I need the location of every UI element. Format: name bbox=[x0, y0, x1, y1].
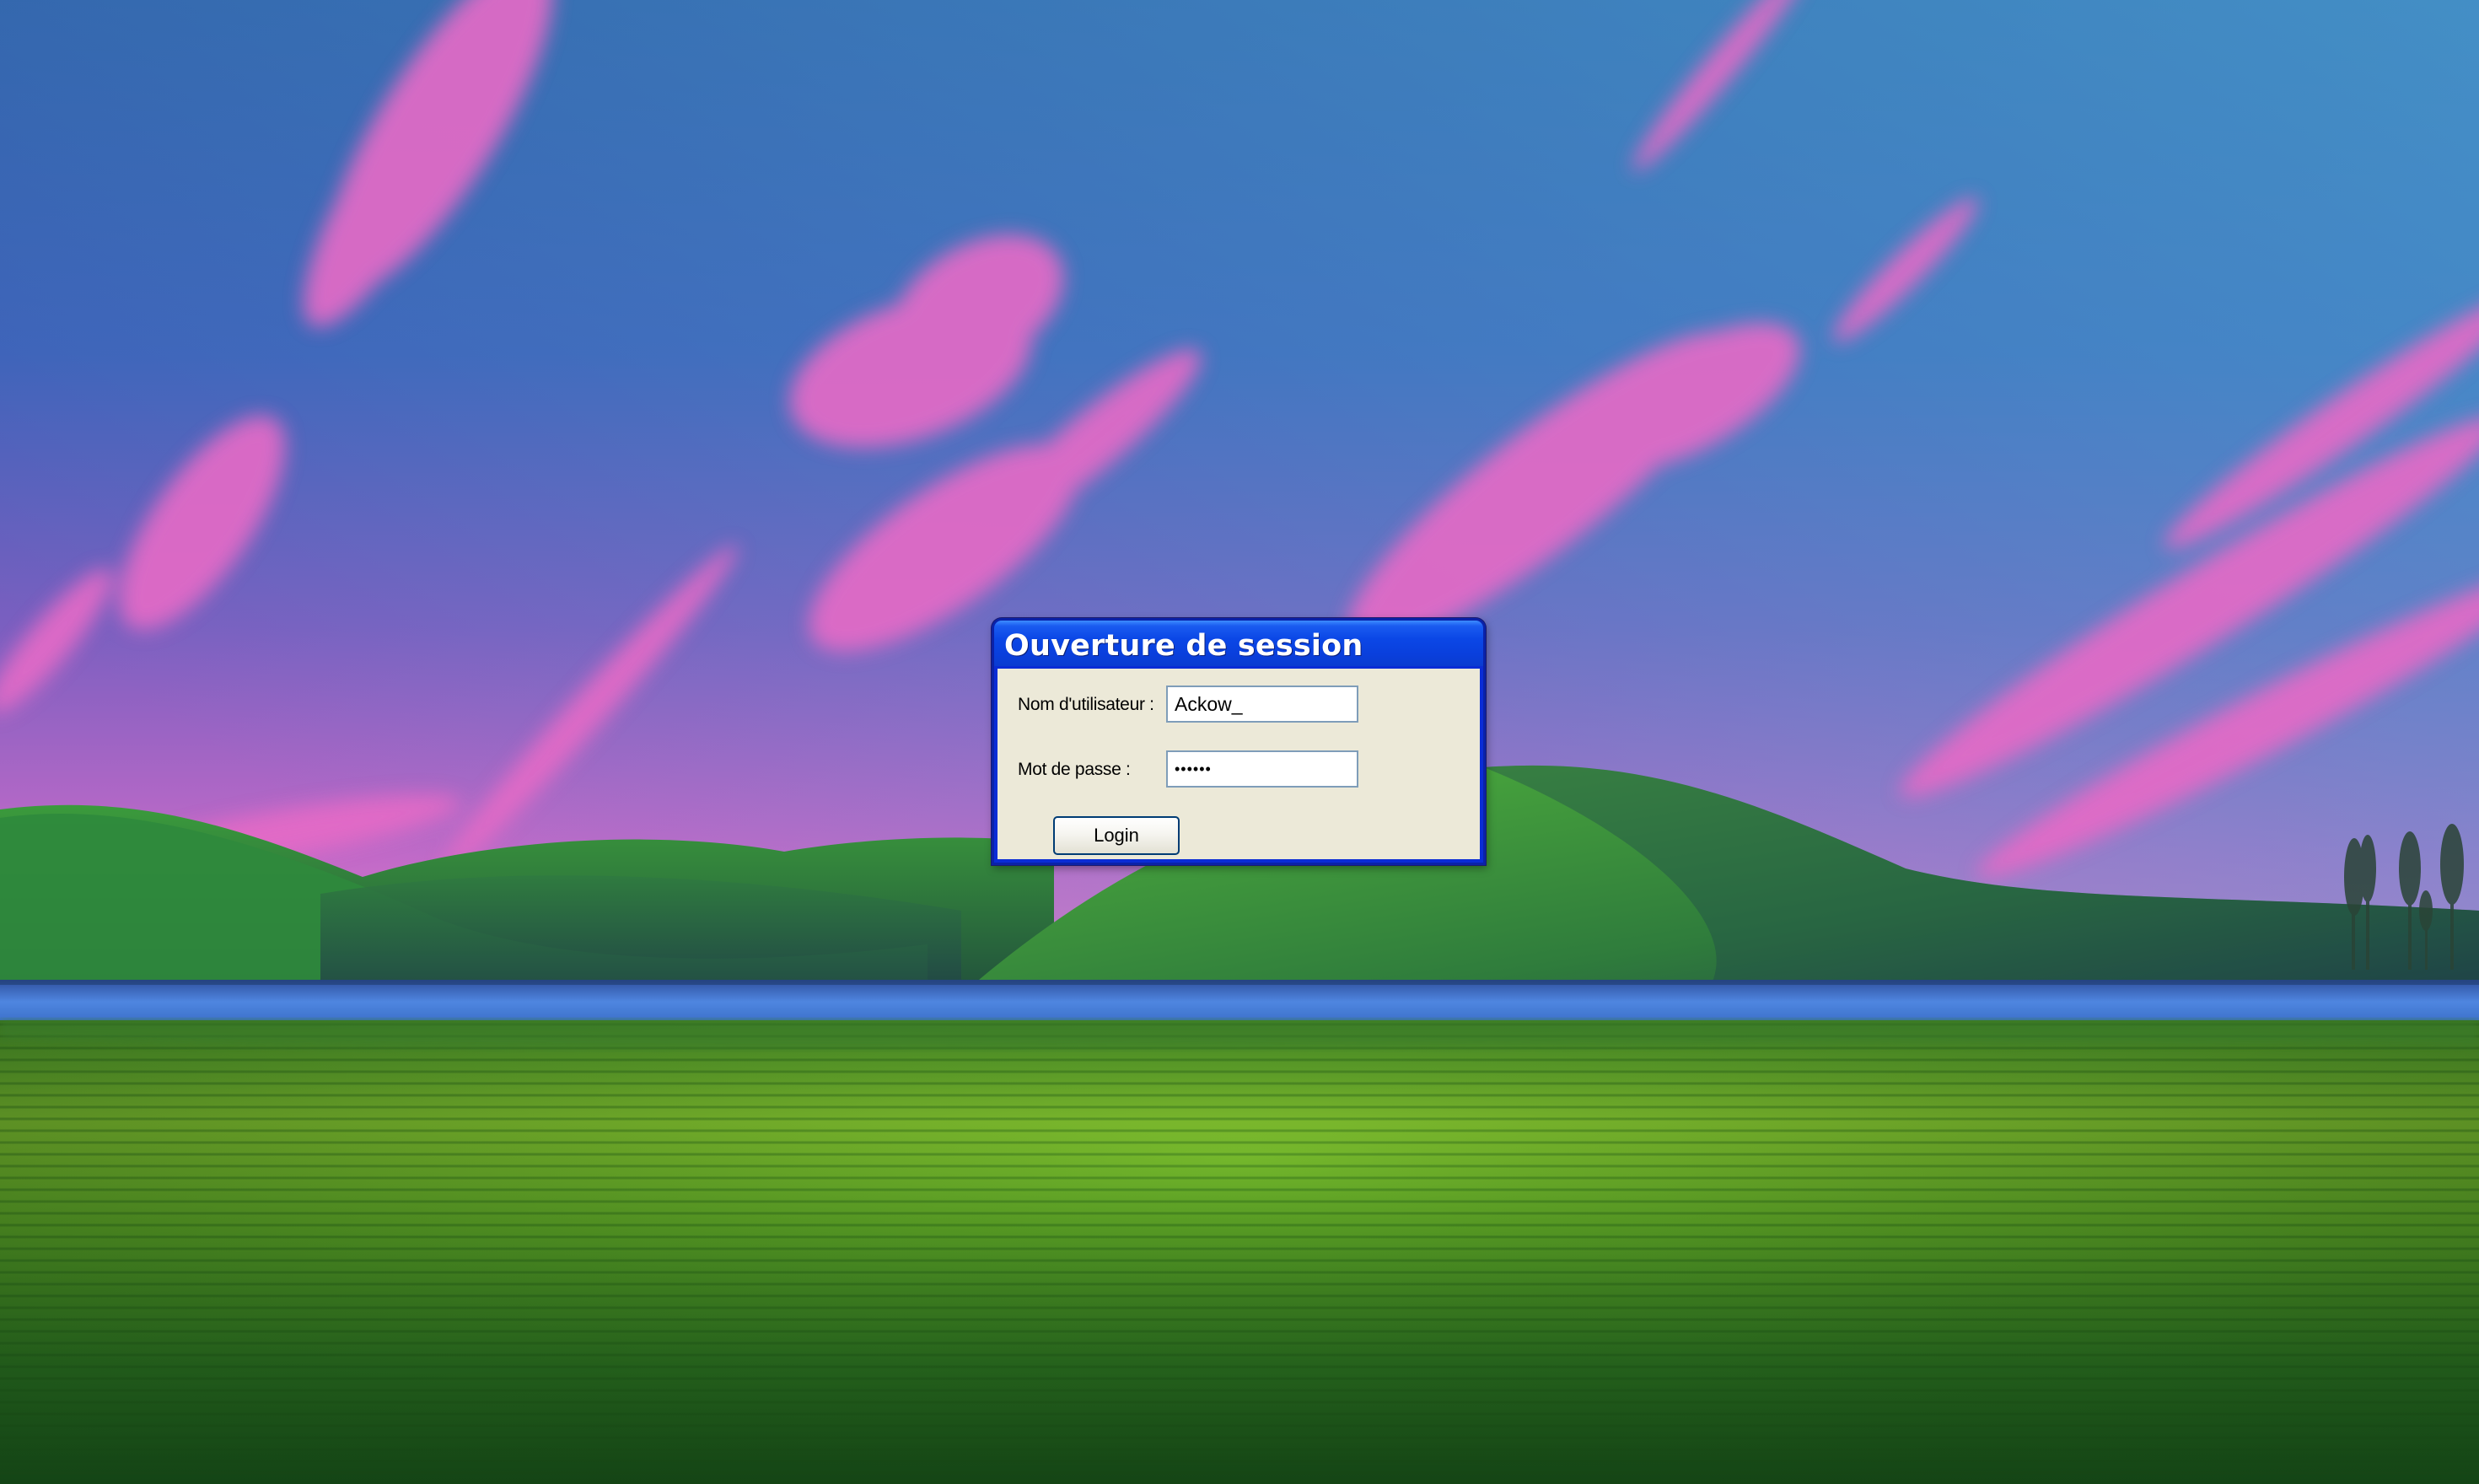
login-button[interactable]: Login bbox=[1053, 816, 1180, 855]
title-bar[interactable]: Ouverture de session bbox=[994, 621, 1483, 666]
username-field[interactable] bbox=[1166, 686, 1358, 723]
username-label: Nom d'utilisateur : bbox=[1018, 695, 1154, 714]
login-dialog: Ouverture de session Nom d'utilisateur :… bbox=[992, 618, 1486, 865]
password-field[interactable] bbox=[1166, 750, 1358, 788]
password-label: Mot de passe : bbox=[1018, 760, 1131, 779]
dialog-body: Nom d'utilisateur : Mot de passe : Login bbox=[998, 669, 1480, 859]
window-title: Ouverture de session bbox=[1004, 629, 1363, 663]
